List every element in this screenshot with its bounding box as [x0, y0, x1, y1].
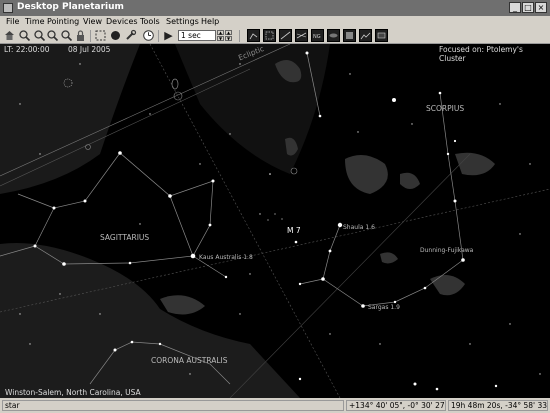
- menu-tools[interactable]: Tools: [140, 16, 160, 28]
- status-radec-field: 19h 48m 20s, -34° 58' 33": [448, 400, 548, 411]
- deep-sky-toggle-icon[interactable]: NG: [311, 29, 324, 42]
- menu-view[interactable]: View: [83, 16, 102, 28]
- shaula-label[interactable]: Shaula 1.6: [343, 224, 375, 231]
- toolbar-separator: [158, 30, 159, 42]
- status-altaz-field: +134° 40' 05", -0° 30' 27": [346, 400, 446, 411]
- time-step-field[interactable]: 1 sec: [178, 30, 216, 41]
- status-bar: star +134° 40' 05", -0° 30' 27" 19h 48m …: [0, 398, 550, 413]
- menu-file[interactable]: File: [6, 16, 19, 28]
- menu-help[interactable]: Help: [201, 16, 219, 28]
- m7-label[interactable]: M 7: [287, 226, 301, 235]
- focus-label: Focused on: Ptolemy's Cluster: [439, 45, 523, 63]
- menu-settings[interactable]: Settings: [166, 16, 199, 28]
- home-icon[interactable]: [3, 29, 16, 42]
- clock-icon[interactable]: [142, 29, 155, 42]
- app-icon: [3, 3, 13, 13]
- wrench-icon[interactable]: [124, 29, 137, 42]
- milky-way-patches: [0, 44, 330, 398]
- location-label: Winston-Salem, North Carolina, USA: [5, 388, 141, 397]
- spin-down-button-2[interactable]: ▼: [225, 36, 232, 41]
- toolbar-separator: [239, 30, 240, 42]
- planet-icon[interactable]: [109, 29, 122, 42]
- kaus-australis-label[interactable]: Kaus Australis 1.8: [199, 254, 253, 261]
- ground-toggle-icon[interactable]: [359, 29, 372, 42]
- horizon-toggle-icon[interactable]: [295, 29, 308, 42]
- maximize-button[interactable]: □: [522, 2, 534, 13]
- spin-down-button[interactable]: ▼: [217, 36, 224, 41]
- date-label: 08 Jul 2005: [68, 45, 111, 54]
- cluster-marker: [290, 167, 298, 175]
- spin-up-button[interactable]: ▲: [217, 30, 224, 35]
- sky-chart: [0, 44, 550, 398]
- sagittarius-label[interactable]: SAGITTARIUS: [100, 233, 149, 242]
- sargas-label[interactable]: Sargas 1.9: [368, 304, 400, 311]
- equator-toggle-icon[interactable]: [375, 29, 388, 42]
- minimize-button[interactable]: _: [509, 2, 521, 13]
- svg-text:NG: NG: [313, 34, 321, 40]
- milky-way-toggle-icon[interactable]: [327, 29, 340, 42]
- comet-label[interactable]: Dunning-Fujikawa: [420, 247, 473, 254]
- scorpius-label[interactable]: SCORPIUS: [426, 104, 464, 113]
- zoom-fit-icon[interactable]: [46, 29, 59, 42]
- local-time-label: LT: 22:00:00: [4, 45, 50, 54]
- labels-toggle-icon[interactable]: [343, 29, 356, 42]
- toolbar: ▶ 1 sec ▲ ▼ ▲ ▼ NG: [0, 28, 550, 44]
- window-title: Desktop Planetarium: [17, 2, 124, 12]
- menu-time[interactable]: Time: [25, 16, 45, 28]
- grid-toggle-icon[interactable]: [279, 29, 292, 42]
- toolbar-separator: [90, 30, 91, 42]
- spin-up-button-2[interactable]: ▲: [225, 30, 232, 35]
- lock-icon[interactable]: [74, 29, 87, 42]
- zoom-out-icon[interactable]: [33, 29, 46, 42]
- constellation-boundaries-toggle-icon[interactable]: [263, 29, 276, 42]
- zoom-in-icon[interactable]: [18, 29, 31, 42]
- status-object-field: star: [2, 400, 344, 411]
- zoom-reset-icon[interactable]: [60, 29, 73, 42]
- corona-australis-label[interactable]: CORONA AUSTRALIS: [151, 356, 228, 365]
- play-icon[interactable]: ▶: [162, 29, 175, 42]
- close-button[interactable]: ×: [535, 2, 547, 13]
- menu-devices[interactable]: Devices: [106, 16, 138, 28]
- field-of-view-icon[interactable]: [94, 29, 107, 42]
- constellation-lines-toggle-icon[interactable]: [247, 29, 260, 42]
- sky-map[interactable]: LT: 22:00:00 08 Jul 2005 Focused on: Pto…: [0, 44, 550, 398]
- menu-pointing[interactable]: Pointing: [47, 16, 79, 28]
- planet-marker: [171, 78, 179, 90]
- title-bar: Desktop Planetarium _ □ ×: [0, 0, 550, 16]
- menu-bar: File Time Pointing View Devices Tools Se…: [0, 16, 550, 28]
